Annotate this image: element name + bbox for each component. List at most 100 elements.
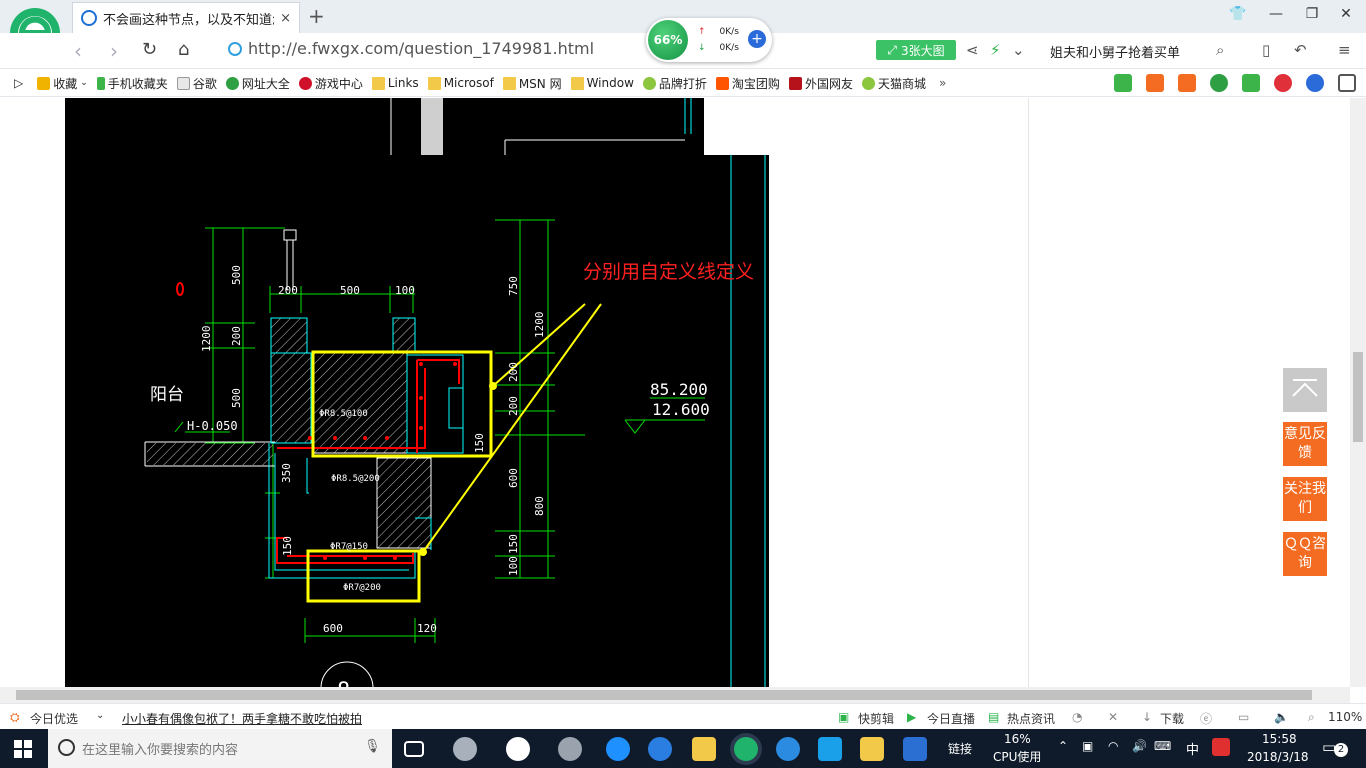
news-ticker-link[interactable]: 小小春有偶像包袱了！两手拿糖不敢吃怕被拍	[122, 710, 362, 727]
dim-right-2: 200	[507, 362, 520, 382]
shield-icon[interactable]	[1210, 74, 1228, 92]
search-icon[interactable]: ⌕	[1216, 41, 1224, 59]
book-icon[interactable]	[1114, 74, 1132, 92]
big-image-button[interactable]: ⤢ 3张大图	[876, 40, 956, 60]
notes-app-icon[interactable]	[860, 737, 884, 761]
microphone-icon[interactable]: 🎙	[364, 739, 381, 754]
keyboard-icon[interactable]: ⌨	[1154, 739, 1171, 753]
bookmark-msn[interactable]: MSN 网	[502, 75, 562, 92]
360-browser-icon[interactable]	[734, 737, 758, 761]
bookmark-microsoft[interactable]: Microsof	[427, 76, 494, 90]
wifi-icon[interactable]: ◠	[1108, 739, 1118, 753]
ime-indicator[interactable]: 中	[1186, 739, 1199, 758]
mute-icon[interactable]: 🔈	[1274, 710, 1289, 724]
bookmark-windows[interactable]: Window	[570, 76, 634, 90]
tab-close-icon[interactable]: ×	[280, 11, 291, 26]
bookmark-foreign-netizens[interactable]: 外国网友	[788, 75, 853, 92]
follow-us-button[interactable]: 关注我们	[1283, 477, 1327, 521]
windows-start-icon[interactable]	[14, 740, 32, 758]
menu-icon[interactable]: ≡	[1338, 41, 1351, 59]
bookmark-tmall[interactable]: 天猫商城	[861, 75, 926, 92]
vertical-scrollbar[interactable]	[1350, 98, 1366, 687]
today-live-label[interactable]: 今日直播	[927, 710, 975, 727]
search-suggestion[interactable]: 姐夫和小舅子抢着买单	[1050, 42, 1180, 61]
bookmark-google[interactable]: 谷歌	[176, 75, 217, 92]
bookmark-web-directory[interactable]: 网址大全	[225, 75, 290, 92]
network-app-icon[interactable]	[818, 737, 842, 761]
bookmark-favorites[interactable]: 收藏 ⌄	[37, 75, 88, 92]
chevron-down-icon[interactable]: ⌄	[96, 710, 104, 721]
chevron-down-icon[interactable]: ⌄	[1012, 41, 1025, 59]
clock-time[interactable]: 15:58	[1262, 732, 1297, 746]
accelerate-icon[interactable]: ◔	[1072, 710, 1082, 724]
download-label[interactable]: 下载	[1160, 710, 1184, 727]
hot-news-label[interactable]: 热点资讯	[1007, 710, 1055, 727]
tv-icon[interactable]	[1146, 74, 1164, 92]
ie-mode-icon[interactable]: ⓔ	[1200, 710, 1212, 727]
bookmark-game-center[interactable]: 游戏中心	[298, 75, 363, 92]
back-icon[interactable]: ‹	[74, 39, 82, 63]
bookmark-label: MSN 网	[518, 76, 562, 91]
edge-icon[interactable]	[606, 737, 630, 761]
tray-app-icon[interactable]: ▣	[1082, 739, 1093, 753]
new-tab-button[interactable]: +	[308, 4, 325, 28]
zoom-icon[interactable]	[1306, 74, 1324, 92]
translate-icon[interactable]	[1242, 74, 1260, 92]
chevron-up-icon[interactable]: ⌃	[1058, 739, 1068, 753]
lightning-icon[interactable]: ⚡	[990, 41, 1001, 59]
forward-icon[interactable]: ›	[110, 39, 118, 63]
sogou-g-icon[interactable]	[776, 737, 800, 761]
home-icon[interactable]: ⌂	[178, 39, 189, 60]
scissors-icon[interactable]	[1274, 74, 1292, 92]
pin-icon[interactable]: ✕	[1108, 710, 1118, 724]
taobao-icon	[715, 76, 729, 90]
mobile-icon[interactable]: ▯	[1262, 41, 1270, 59]
clock-date[interactable]: 2018/3/18	[1247, 750, 1309, 764]
undo-icon[interactable]: ↶	[1294, 41, 1307, 59]
share-icon[interactable]: ⋖	[966, 41, 979, 59]
window-app-icon[interactable]	[903, 737, 927, 761]
bookmarks-more-icon[interactable]: »	[939, 76, 946, 90]
restore-icon[interactable]: ❐	[1302, 6, 1322, 26]
discount-icon[interactable]	[1178, 74, 1196, 92]
qq-consult-button[interactable]: ＱＱ咨询	[1283, 532, 1327, 576]
horizontal-scrollbar[interactable]	[0, 687, 1350, 703]
today-pick-label[interactable]: 今日优选	[30, 710, 78, 727]
links-toolbar-label[interactable]: 链接	[948, 740, 972, 757]
scroll-thumb[interactable]	[16, 690, 1312, 700]
internet-explorer-icon[interactable]	[648, 737, 672, 761]
back-to-top-button[interactable]	[1283, 368, 1327, 412]
refresh-icon[interactable]: ↻	[142, 39, 157, 60]
bookmark-brand-discount[interactable]: 品牌打折	[642, 75, 707, 92]
fan-app-icon[interactable]	[453, 737, 477, 761]
sogou-ime-icon[interactable]	[1212, 738, 1230, 756]
bookmark-taobao-group[interactable]: 淘宝团购	[715, 75, 780, 92]
window-icon[interactable]: ▭	[1238, 710, 1249, 724]
taskbar-search-field[interactable]: 在这里输入你要搜索的内容 🎙	[48, 729, 392, 768]
shirt-skin-icon[interactable]: 👕	[1228, 6, 1248, 26]
bookmark-links[interactable]: Links	[371, 76, 419, 90]
sidebar-toggle-icon[interactable]: ▷	[14, 76, 23, 90]
bookmark-label: 外国网友	[804, 76, 853, 91]
network-speed-widget[interactable]: 66% 0K/s 0K/s +	[646, 18, 772, 62]
volume-icon[interactable]: 🔊	[1132, 739, 1147, 753]
tab-active[interactable]: 不会画这种节点，以及不知道怎么 ×	[72, 2, 300, 33]
apps-grid-icon[interactable]	[1338, 74, 1356, 92]
bookmark-mobile-favorites[interactable]: 手机收藏夹	[96, 75, 168, 92]
file-explorer-icon[interactable]	[692, 737, 716, 761]
url-field[interactable]: http://e.fwxgx.com/question_1749981.html	[228, 39, 594, 58]
task-view-icon[interactable]	[404, 741, 424, 757]
ie-browser-icon[interactable]	[506, 737, 530, 761]
swirl-app-icon[interactable]	[558, 737, 582, 761]
quick-clip-label[interactable]: 快剪辑	[858, 710, 894, 727]
minimize-icon[interactable]: —	[1266, 6, 1286, 26]
tab-title: 不会画这种节点，以及不知道怎么	[103, 12, 274, 28]
speed-plus-button[interactable]: +	[748, 30, 766, 48]
feedback-button[interactable]: 意见反馈	[1283, 422, 1327, 466]
site-security-icon	[228, 41, 242, 56]
zoom-icon[interactable]: ⌕	[1308, 710, 1315, 725]
page-icon	[176, 76, 190, 90]
zoom-level[interactable]: 110%	[1328, 710, 1362, 724]
scroll-thumb[interactable]	[1353, 352, 1363, 442]
close-window-icon[interactable]: ✕	[1336, 6, 1356, 26]
